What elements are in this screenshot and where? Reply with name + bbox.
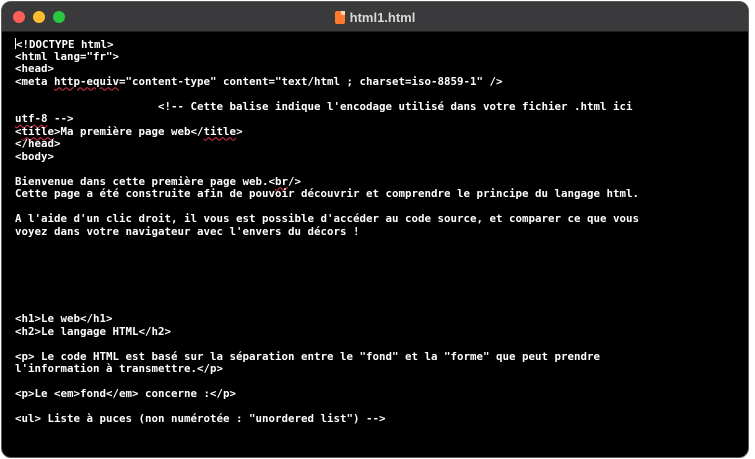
code-text: <meta	[15, 74, 55, 88]
code-text: ="content-type" content="text/html ; cha…	[119, 74, 503, 88]
code-line: <!DOCTYPE html>	[15, 38, 114, 51]
spellcheck-flag: title	[21, 124, 55, 138]
code-text: Cette page a été construite afin de pouv…	[15, 187, 640, 200]
spellcheck-flag: br	[275, 174, 289, 188]
code-text: <h1>Le web</h1>	[15, 312, 113, 325]
code-text: Bienvenue dans cette première page web.<	[15, 174, 276, 188]
spellcheck-flag: utf-8	[15, 112, 48, 125]
title-bar[interactable]: html1.html	[2, 2, 748, 32]
text-editor-area[interactable]: <!DOCTYPE html> <html lang="fr"> <head> <me…	[2, 33, 748, 457]
code-text: </head>	[15, 137, 61, 150]
html-file-icon	[334, 10, 345, 24]
code-text: >	[236, 124, 243, 138]
window-title-text: html1.html	[349, 9, 416, 25]
code-line: <p>Le <em>fond</em> concerne :</p>	[15, 387, 748, 401]
code-text: <!-- Cette balise indique l'encodage uti…	[15, 99, 633, 113]
code-text: -->	[47, 112, 74, 125]
spellcheck-flag: http-equiv	[54, 74, 120, 88]
code-text: <p> Le code HTML est basé sur la séparat…	[15, 349, 601, 363]
code-text: <body>	[15, 149, 55, 163]
code-text: />	[288, 174, 302, 188]
code-line: voyez dans votre navigateur avec l'enver…	[15, 224, 748, 239]
editor-window: html1.html <!DOCTYPE html> <html lang="fr…	[1, 1, 749, 458]
code-line: <h2>Le langage HTML</h2>	[15, 324, 748, 339]
code-line: <body>	[15, 149, 748, 164]
code-text: A l'aide d'un clic droit, il vous est po…	[15, 212, 640, 225]
spellcheck-flag: title	[203, 124, 237, 138]
window-title: html1.html	[2, 2, 748, 32]
code-text: <ul> Liste à puces (non numérotée : "uno…	[15, 412, 386, 425]
code-text: <head>	[15, 62, 55, 75]
text-cursor	[15, 38, 16, 49]
code-line: <ul> Liste à puces (non numérotée : "uno…	[15, 412, 748, 426]
code-line: <html lang="fr">	[15, 49, 748, 64]
code-text: >Ma première page web</	[54, 124, 204, 138]
code-line: <title>Ma première page web</title>	[15, 124, 748, 139]
code-line: <meta http-equiv="content-type" content=…	[15, 74, 748, 89]
code-text: <p>Le <em>fond</em> concerne :</p>	[15, 387, 237, 400]
code-line: Cette page a été construite afin de pouv…	[15, 187, 748, 201]
code-text: l'information à transmettre.</p>	[15, 362, 224, 375]
code-line: </head>	[15, 137, 748, 151]
code-line: <!-- Cette balise indique l'encodage uti…	[15, 99, 748, 114]
code-text: <h2>Le langage HTML</h2>	[15, 324, 172, 338]
code-line: l'information à transmettre.</p>	[15, 362, 748, 376]
code-text: <html lang="fr">	[15, 49, 120, 63]
code-text: voyez dans votre navigateur avec l'enver…	[15, 224, 360, 238]
